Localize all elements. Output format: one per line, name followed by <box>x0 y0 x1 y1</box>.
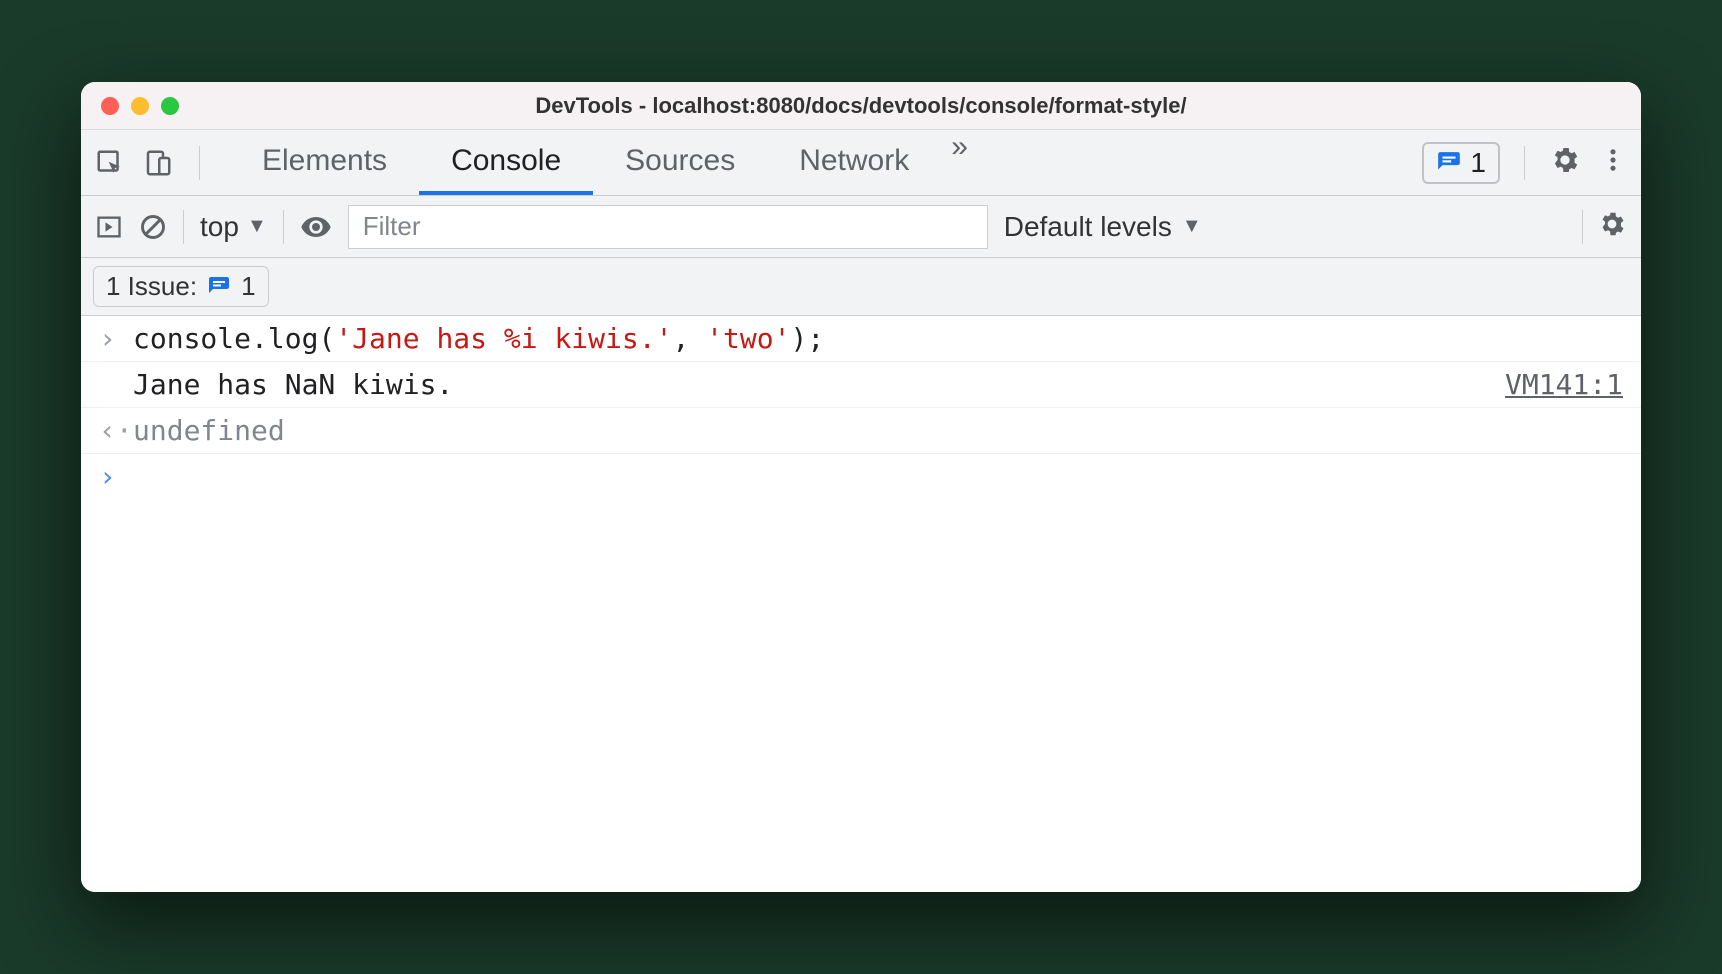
window-title: DevTools - localhost:8080/docs/devtools/… <box>81 93 1641 119</box>
separator <box>1582 210 1583 244</box>
more-options-icon[interactable] <box>1599 146 1627 179</box>
issues-icon <box>1436 150 1462 176</box>
input-chevron-icon: › <box>99 322 133 355</box>
log-levels-selector[interactable]: Default levels ▼ <box>1004 211 1202 243</box>
context-label: top <box>200 211 239 243</box>
issues-badge-count: 1 <box>1470 147 1486 179</box>
close-window-button[interactable] <box>101 97 119 115</box>
settings-icon[interactable] <box>1549 144 1581 181</box>
inspect-element-icon[interactable] <box>95 148 125 178</box>
separator <box>1524 146 1525 180</box>
context-selector[interactable]: top ▼ <box>200 211 267 243</box>
toggle-drawer-icon[interactable] <box>95 213 123 241</box>
console-return-row: ‹· undefined <box>81 408 1641 454</box>
maximize-window-button[interactable] <box>161 97 179 115</box>
console-input-code: console.log('Jane has %i kiwis.', 'two')… <box>133 322 1623 355</box>
console-toolbar: top ▼ Default levels ▼ <box>81 196 1641 258</box>
tab-sources[interactable]: Sources <box>593 130 767 195</box>
chevron-down-icon: ▼ <box>247 215 267 238</box>
console-input-row: › console.log('Jane has %i kiwis.', 'two… <box>81 316 1641 362</box>
console-output-row: Jane has NaN kiwis. VM141:1 <box>81 362 1641 408</box>
separator <box>199 146 200 180</box>
console-settings-icon[interactable] <box>1597 209 1627 244</box>
issues-icon <box>207 275 231 299</box>
issues-chip[interactable]: 1 Issue: 1 <box>93 266 269 307</box>
devtools-tabstrip: Elements Console Sources Network » 1 <box>81 130 1641 196</box>
console-prompt-row[interactable]: › <box>81 454 1641 499</box>
tab-list: Elements Console Sources Network » <box>230 130 978 195</box>
devtools-window: DevTools - localhost:8080/docs/devtools/… <box>81 82 1641 892</box>
chevron-down-icon: ▼ <box>1182 215 1202 238</box>
console-body: › console.log('Jane has %i kiwis.', 'two… <box>81 316 1641 892</box>
return-chevron-icon: ‹· <box>99 414 133 447</box>
device-toolbar-icon[interactable] <box>143 148 173 178</box>
issues-chip-label: 1 Issue: <box>106 271 197 302</box>
log-levels-label: Default levels <box>1004 211 1172 243</box>
titlebar: DevTools - localhost:8080/docs/devtools/… <box>81 82 1641 130</box>
clear-console-icon[interactable] <box>139 213 167 241</box>
minimize-window-button[interactable] <box>131 97 149 115</box>
live-expression-icon[interactable] <box>300 211 332 243</box>
tab-network[interactable]: Network <box>767 130 941 195</box>
source-link[interactable]: VM141:1 <box>1505 368 1623 401</box>
more-tabs-button[interactable]: » <box>941 130 978 195</box>
filter-input[interactable] <box>348 205 988 249</box>
issues-bar: 1 Issue: 1 <box>81 258 1641 316</box>
traffic-lights <box>81 97 179 115</box>
separator <box>183 210 184 244</box>
issues-badge[interactable]: 1 <box>1422 142 1500 184</box>
console-return-text: undefined <box>133 414 1623 447</box>
separator <box>283 210 284 244</box>
issues-chip-count: 1 <box>241 271 255 302</box>
tab-elements[interactable]: Elements <box>230 130 419 195</box>
prompt-chevron-icon: › <box>99 460 133 493</box>
tab-console[interactable]: Console <box>419 130 593 195</box>
console-output-text: Jane has NaN kiwis. <box>133 368 1505 401</box>
